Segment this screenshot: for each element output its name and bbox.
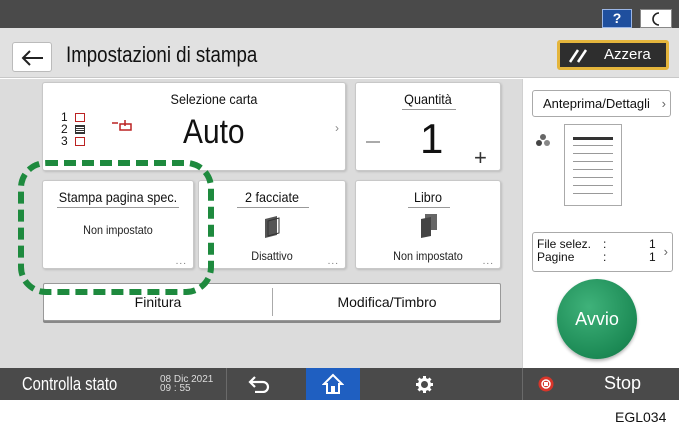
start-button[interactable]: Avvio	[557, 279, 637, 359]
system-top-bar: ?	[0, 0, 679, 28]
book-icon	[421, 214, 437, 238]
stop-icon	[538, 376, 554, 392]
tray-icon	[75, 113, 85, 122]
duplex-status: Disattivo	[251, 249, 293, 263]
energy-saver-button[interactable]	[640, 9, 672, 28]
book-status: Non impostato	[393, 249, 463, 263]
paper-selection-title: Selezione carta	[170, 91, 258, 107]
pages-row: Pagine : 1	[537, 251, 672, 264]
help-button[interactable]: ?	[602, 9, 632, 28]
settings-panel: Selezione carta 1 2 3 Auto › Quantità 1 …	[0, 79, 522, 368]
title-underline	[57, 207, 179, 208]
finishing-button[interactable]: Finitura	[44, 284, 272, 320]
tray-icon	[75, 137, 85, 146]
book-title: Libro	[413, 189, 443, 205]
file-info-button[interactable]: File selez. : 1 Pagine : 1 ›	[532, 232, 673, 272]
tray-number: 3	[61, 134, 68, 148]
book-card[interactable]: Libro Non impostato ...	[355, 180, 501, 269]
settings-button[interactable]	[396, 368, 456, 400]
check-status-label: Controlla stato	[22, 374, 118, 394]
duplex-title: 2 facciate	[245, 189, 299, 205]
gear-icon	[416, 376, 433, 393]
edit-stamp-button[interactable]: Modifica/Timbro	[273, 284, 501, 320]
check-status-button[interactable]: Controlla stato	[0, 368, 151, 400]
arrow-left-icon	[21, 50, 43, 66]
return-arrow-icon	[248, 376, 270, 393]
page-title: Impostazioni di stampa	[66, 42, 258, 67]
duplex-icon	[265, 216, 280, 238]
quantity-title: Quantità	[404, 91, 452, 107]
page-spec-title: Stampa pagina spec.	[58, 189, 178, 205]
title-underline	[402, 109, 456, 110]
page-spec-card[interactable]: Stampa pagina spec. Non impostato ...	[42, 180, 194, 269]
return-button[interactable]	[236, 368, 296, 400]
quantity-card[interactable]: Quantità 1 +	[355, 82, 501, 171]
tray-icon	[75, 125, 85, 134]
tray-row: 3	[61, 135, 85, 147]
function-button-bar: Finitura Modifica/Timbro	[43, 283, 501, 321]
home-icon	[322, 373, 344, 394]
chevron-right-icon: ›	[663, 244, 668, 259]
chevron-right-icon: ›	[661, 96, 666, 111]
back-button[interactable]	[12, 42, 52, 72]
chevron-right-icon: ›	[335, 121, 339, 135]
home-button[interactable]	[306, 368, 360, 400]
more-dots: ...	[175, 256, 187, 267]
bypass-tray-icon	[112, 120, 132, 131]
divider	[226, 368, 227, 400]
duplex-card[interactable]: 2 facciate Disattivo ...	[198, 180, 346, 269]
paper-selection-card[interactable]: Selezione carta 1 2 3 Auto ›	[42, 82, 346, 171]
pages-label: Pagine	[537, 250, 575, 264]
paper-selection-value: Auto	[183, 113, 245, 151]
tray-list: 1 2 3	[61, 111, 85, 147]
moon-icon	[652, 12, 660, 26]
title-underline	[237, 207, 309, 208]
reset-label: Azzera	[604, 46, 651, 63]
date-time-display: 08 Dic 2021 09 : 55	[160, 375, 213, 394]
preview-details-label: Anteprima/Dettagli	[543, 96, 650, 111]
figure-id: EGL034	[615, 409, 667, 425]
pages-value: 1	[649, 250, 656, 264]
increment-button[interactable]: +	[474, 145, 487, 171]
reset-button[interactable]: Azzera	[557, 40, 669, 70]
stop-label: Stop	[604, 373, 642, 393]
more-dots: ...	[327, 256, 339, 267]
reset-slash-icon	[568, 49, 588, 63]
decrement-button[interactable]	[366, 141, 380, 143]
stop-button[interactable]: Stop	[522, 368, 679, 400]
document-preview-thumbnail	[564, 124, 622, 206]
color-mode-icon	[536, 134, 550, 146]
document-lines-icon	[573, 137, 613, 194]
time-text: 09 : 55	[160, 383, 191, 394]
system-bottom-bar: Controlla stato 08 Dic 2021 09 : 55 Stop	[0, 368, 679, 400]
title-underline	[408, 207, 450, 208]
quantity-value: 1	[420, 115, 444, 162]
more-dots: ...	[482, 256, 494, 267]
preview-details-button[interactable]: Anteprima/Dettagli ›	[532, 90, 671, 117]
pages-separator: :	[603, 250, 607, 264]
page-spec-status: Non impostato	[83, 223, 153, 237]
